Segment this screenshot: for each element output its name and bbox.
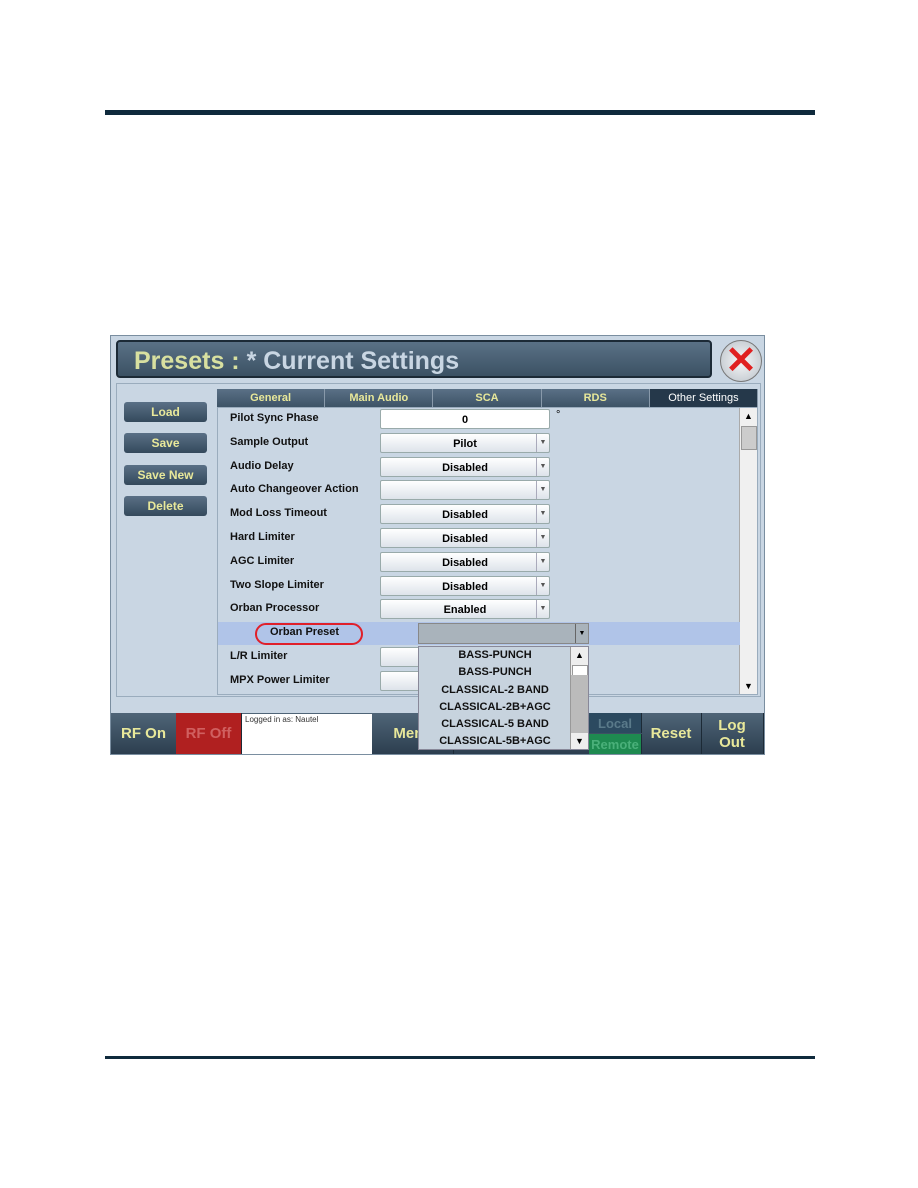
setting-value: Enabled <box>443 604 487 617</box>
log-out-button[interactable]: Log Out <box>701 713 764 754</box>
chevron-down-icon[interactable]: ▼ <box>536 457 549 476</box>
tab-main-audio[interactable]: Main Audio <box>325 389 434 407</box>
rf-off-button[interactable]: RF Off <box>176 713 242 754</box>
setting-row: Orban Processor Enabled ▼ <box>218 598 740 621</box>
dropdown-option[interactable]: CLASSICAL-2B+AGC <box>419 699 571 716</box>
setting-row: Hard Limiter Disabled ▼ <box>218 527 740 550</box>
setting-select[interactable]: Disabled ▼ <box>380 504 550 525</box>
title-prefix: Presets : <box>134 347 240 375</box>
setting-label: Auto Changeover Action <box>230 483 359 496</box>
close-icon: ✕ <box>725 340 757 382</box>
setting-value: 0 <box>461 414 469 426</box>
setting-select[interactable]: Disabled ▼ <box>380 551 550 572</box>
page-title: Presets : * Current Settings <box>116 340 712 378</box>
title-text: * Current Settings <box>246 347 460 375</box>
tab-bar: General Main Audio SCA RDS Other Setting… <box>217 389 759 407</box>
scroll-down-icon[interactable]: ▼ <box>571 733 588 749</box>
save-button[interactable]: Save <box>124 433 207 453</box>
setting-value: Disabled <box>442 533 488 545</box>
setting-value: Disabled <box>442 461 488 474</box>
setting-value: Disabled <box>442 509 488 522</box>
setting-label: Two Slope Limiter <box>230 578 324 591</box>
load-button[interactable]: Load <box>124 402 207 422</box>
scroll-track[interactable] <box>571 675 588 733</box>
close-button[interactable]: ✕ <box>720 340 762 382</box>
chevron-down-icon[interactable]: ▼ <box>536 576 549 595</box>
dropdown-option[interactable]: BASS-PUNCH <box>419 664 571 681</box>
save-new-button[interactable]: Save New <box>124 465 207 485</box>
chevron-down-icon[interactable]: ▼ <box>536 481 549 500</box>
unit-label: ° <box>556 409 561 421</box>
dropdown-header[interactable]: ▼ <box>418 623 589 644</box>
tab-sca[interactable]: SCA <box>433 389 542 407</box>
footer-rule <box>105 1056 815 1059</box>
scrollbar[interactable]: ▲ ▼ <box>739 408 757 694</box>
setting-select[interactable]: Pilot ▼ <box>380 432 550 453</box>
chevron-down-icon[interactable]: ▼ <box>536 529 549 547</box>
dropdown-option[interactable]: CLASSICAL-5 BAND <box>419 716 571 733</box>
setting-label: Sample Output <box>230 435 309 448</box>
reset-button[interactable]: Reset <box>641 713 702 754</box>
setting-value: Disabled <box>442 556 488 569</box>
setting-label: Mod Loss Timeout <box>230 507 327 520</box>
setting-value: Disabled <box>442 580 488 593</box>
orban-preset-highlight <box>255 623 363 645</box>
presets-window: Presets : * Current Settings ✕ Load Save… <box>110 335 765 755</box>
setting-select[interactable]: Disabled ▼ <box>380 575 550 596</box>
dropdown-scrollbar[interactable]: ▲ ▼ <box>570 647 588 749</box>
setting-row: Two Slope Limiter Disabled ▼ <box>218 575 740 598</box>
dropdown-list: ▲ ▼ BASS-PUNCH BASS-PUNCH CLASSICAL-2 BAND… <box>418 646 589 750</box>
chevron-down-icon[interactable]: ▼ <box>536 433 549 452</box>
page: Presets : * Current Settings ✕ Load Save… <box>0 0 918 1188</box>
setting-label: Audio Delay <box>230 459 294 472</box>
setting-label: L/R Limiter <box>230 650 288 662</box>
setting-row: Audio Delay Disabled ▼ <box>218 456 740 479</box>
setting-value: Pilot <box>453 437 477 450</box>
local-button[interactable]: Local <box>589 713 642 733</box>
scroll-up-icon[interactable]: ▲ <box>571 647 588 663</box>
delete-button[interactable]: Delete <box>124 496 207 516</box>
tab-rds[interactable]: RDS <box>541 389 650 407</box>
setting-row: Pilot Sync Phase 0 ° <box>218 408 740 431</box>
scroll-up-icon[interactable]: ▲ <box>740 408 757 424</box>
remote-button[interactable]: Remote <box>589 734 642 754</box>
setting-label: Pilot Sync Phase <box>230 412 319 424</box>
scroll-down-icon[interactable]: ▼ <box>740 678 757 694</box>
chevron-down-icon[interactable]: ▼ <box>536 552 549 571</box>
header-rule <box>105 110 815 115</box>
setting-row: Mod Loss Timeout Disabled ▼ <box>218 503 740 526</box>
tab-other-settings[interactable]: Other Settings <box>649 389 759 407</box>
chevron-down-icon[interactable]: ▼ <box>575 624 588 643</box>
dropdown-option[interactable]: CLASSICAL-5B+AGC <box>419 733 571 750</box>
orban-preset-dropdown[interactable]: ▼ ▲ ▼ BASS-PUNCH BASS-PUNCH CLASSICAL-2 BA… <box>418 623 589 750</box>
setting-label: AGC Limiter <box>230 554 295 567</box>
setting-select[interactable]: Enabled ▼ <box>380 599 550 620</box>
setting-row: Sample Output Pilot ▼ <box>218 432 740 455</box>
chevron-down-icon[interactable]: ▼ <box>536 505 549 524</box>
scroll-thumb[interactable] <box>741 426 757 450</box>
chevron-down-icon[interactable]: ▼ <box>536 600 549 619</box>
dropdown-option[interactable]: CLASSICAL-2 BAND <box>419 682 571 699</box>
login-status: Logged in as: Nautel <box>242 714 372 754</box>
setting-select[interactable]: ▼ <box>380 480 550 501</box>
tab-general[interactable]: General <box>217 389 326 407</box>
setting-select[interactable]: Disabled ▼ <box>380 528 550 548</box>
setting-row: Auto Changeover Action ▼ <box>218 479 740 502</box>
setting-row: AGC Limiter Disabled ▼ <box>218 551 740 574</box>
dropdown-option[interactable]: BASS-PUNCH <box>419 647 571 664</box>
setting-select[interactable]: Disabled ▼ <box>380 456 550 477</box>
setting-input[interactable]: 0 <box>380 409 550 429</box>
rf-on-button[interactable]: RF On <box>111 713 177 754</box>
setting-label: MPX Power Limiter <box>230 673 330 686</box>
setting-label: Orban Processor <box>230 602 320 615</box>
setting-label: Hard Limiter <box>230 531 295 543</box>
